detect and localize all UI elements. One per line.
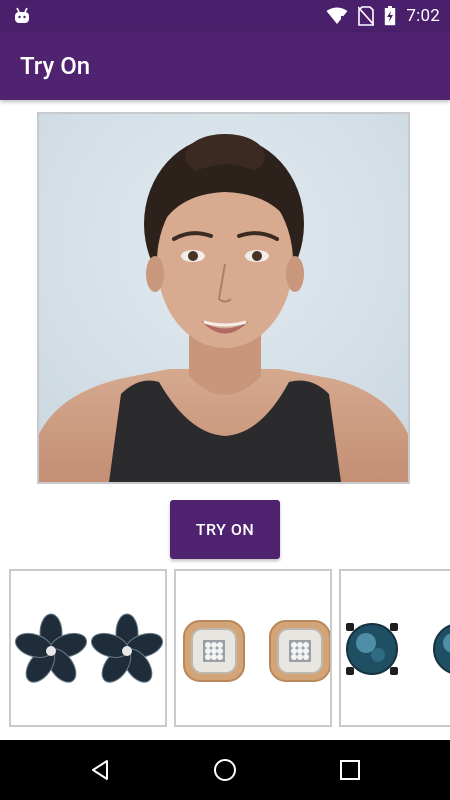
app-bar: Try On <box>0 32 450 100</box>
android-notification-icon <box>15 7 29 23</box>
back-icon <box>92 760 108 780</box>
app-bar-title: Try On <box>20 52 91 80</box>
battery-charging-icon <box>385 6 396 26</box>
model-photo <box>37 112 410 484</box>
status-time: 7:02 <box>406 6 440 26</box>
recents-icon <box>340 760 360 780</box>
back-button[interactable] <box>70 750 130 790</box>
wifi-icon <box>326 7 348 24</box>
try-on-button[interactable]: TRY ON <box>170 500 280 559</box>
home-icon <box>214 759 236 781</box>
flower-earring-icon <box>14 613 164 683</box>
home-button[interactable] <box>195 750 255 790</box>
product-card-flower-earrings[interactable] <box>9 569 167 727</box>
round-stud-icon <box>346 623 450 675</box>
status-bar: 7:02 <box>0 0 450 32</box>
status-icons: 7:02 <box>326 6 440 26</box>
recents-button[interactable] <box>320 750 380 790</box>
cushion-earring-icon <box>183 620 330 682</box>
product-carousel[interactable] <box>0 568 450 731</box>
no-sim-icon <box>358 6 375 26</box>
system-navigation-bar <box>0 740 450 800</box>
product-card-cushion-earrings[interactable] <box>174 569 332 727</box>
product-card-round-stud-earrings[interactable] <box>339 569 450 727</box>
